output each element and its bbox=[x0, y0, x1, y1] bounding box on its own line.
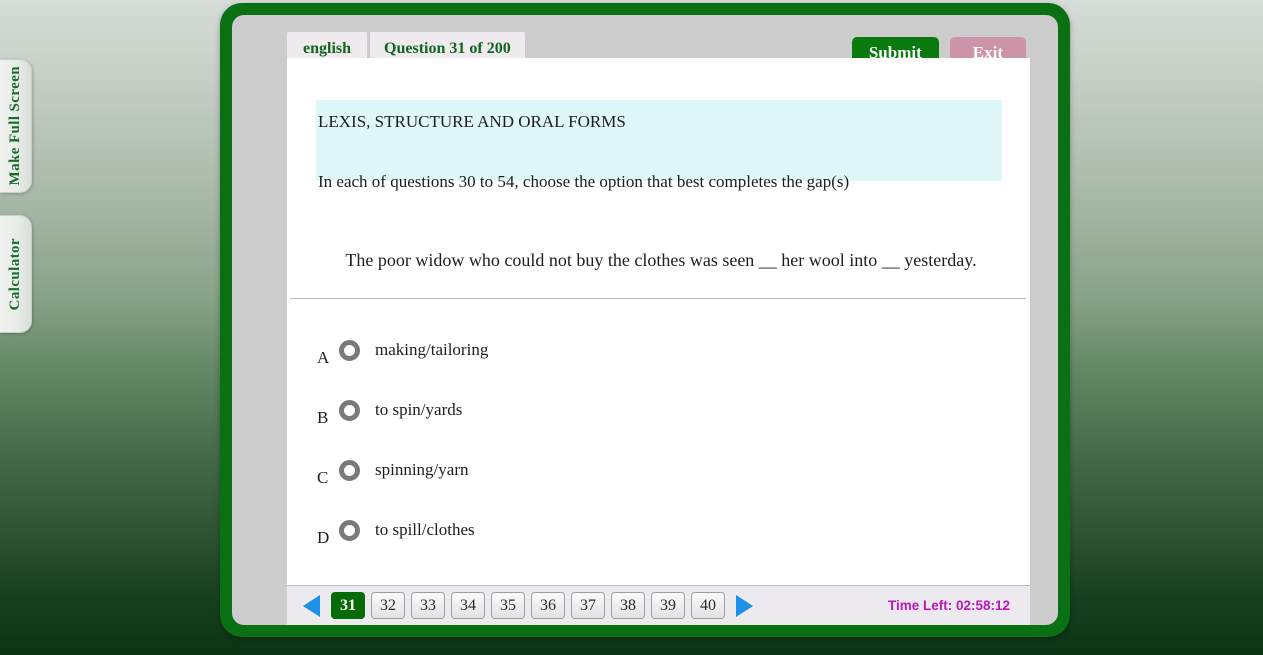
exam-window-frame: english Question 31 of 200 Submit Exit L… bbox=[220, 3, 1070, 637]
sidebar-item-label-calculator: Calculator bbox=[7, 238, 24, 310]
question-navigation-bar: 31 32 33 34 35 36 37 38 39 40 Time Left:… bbox=[287, 585, 1030, 625]
page-button-39[interactable]: 39 bbox=[651, 592, 685, 619]
answer-option-b[interactable]: B to spin/yards bbox=[317, 380, 1007, 440]
option-label-b: to spin/yards bbox=[375, 400, 462, 420]
answer-options-list: A making/tailoring B to spin/yards C spi… bbox=[317, 320, 1007, 560]
sidebar-item-calculator[interactable]: Calculator bbox=[0, 215, 32, 333]
page-button-34[interactable]: 34 bbox=[451, 592, 485, 619]
page-button-32[interactable]: 32 bbox=[371, 592, 405, 619]
question-content-panel: LEXIS, STRUCTURE AND ORAL FORMS In each … bbox=[287, 58, 1030, 585]
option-letter-c: C bbox=[317, 468, 339, 500]
page-button-33[interactable]: 33 bbox=[411, 592, 445, 619]
exam-window-body: english Question 31 of 200 Submit Exit L… bbox=[232, 15, 1058, 625]
sidebar-item-make-full-screen[interactable]: Make Full Screen bbox=[0, 59, 32, 193]
page-button-37[interactable]: 37 bbox=[571, 592, 605, 619]
answer-option-d[interactable]: D to spill/clothes bbox=[317, 500, 1007, 560]
next-page-arrow-icon[interactable] bbox=[736, 595, 753, 617]
option-letter-d: D bbox=[317, 528, 339, 560]
exam-header: english Question 31 of 200 Submit Exit bbox=[232, 15, 1058, 58]
instruction-box: LEXIS, STRUCTURE AND ORAL FORMS In each … bbox=[316, 100, 1002, 181]
question-stem-text: The poor widow who could not buy the clo… bbox=[311, 250, 1011, 271]
radio-button-c[interactable] bbox=[339, 460, 360, 481]
page-button-35[interactable]: 35 bbox=[491, 592, 525, 619]
answer-option-a[interactable]: A making/tailoring bbox=[317, 320, 1007, 380]
radio-button-b[interactable] bbox=[339, 400, 360, 421]
side-tab-strip: Make Full Screen Calculator bbox=[0, 59, 32, 333]
page-button-36[interactable]: 36 bbox=[531, 592, 565, 619]
option-letter-a: A bbox=[317, 348, 339, 380]
option-label-d: to spill/clothes bbox=[375, 520, 475, 540]
instruction-section-title: LEXIS, STRUCTURE AND ORAL FORMS bbox=[318, 112, 1002, 132]
option-label-c: spinning/yarn bbox=[375, 460, 469, 480]
page-button-40[interactable]: 40 bbox=[691, 592, 725, 619]
page-button-38[interactable]: 38 bbox=[611, 592, 645, 619]
radio-button-d[interactable] bbox=[339, 520, 360, 541]
radio-button-a[interactable] bbox=[339, 340, 360, 361]
option-label-a: making/tailoring bbox=[375, 340, 488, 360]
answer-option-c[interactable]: C spinning/yarn bbox=[317, 440, 1007, 500]
question-divider bbox=[290, 298, 1026, 299]
time-left-label: Time Left: 02:58:12 bbox=[888, 598, 1010, 613]
page-button-31[interactable]: 31 bbox=[331, 592, 365, 619]
sidebar-item-label-fullscreen: Make Full Screen bbox=[7, 66, 24, 185]
instruction-directions: In each of questions 30 to 54, choose th… bbox=[318, 172, 1002, 192]
option-letter-b: B bbox=[317, 408, 339, 440]
previous-page-arrow-icon[interactable] bbox=[303, 595, 320, 617]
